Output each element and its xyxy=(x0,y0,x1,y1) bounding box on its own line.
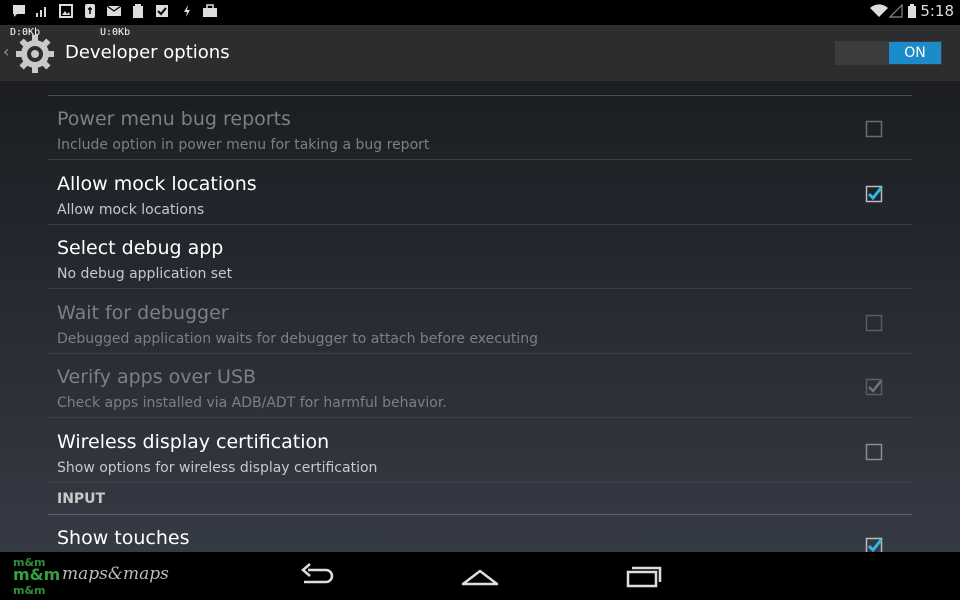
section-header-input: INPUT xyxy=(48,485,912,515)
setting-wait-for-debugger[interactable]: Wait for debugger Debugged application w… xyxy=(48,290,912,354)
setting-title: Power menu bug reports xyxy=(57,108,291,130)
setting-summary: No debug application set xyxy=(57,266,233,282)
chat-icon xyxy=(13,5,25,17)
setting-allow-mock-locations[interactable]: Allow mock locations Allow mock location… xyxy=(48,161,912,225)
battery-icon xyxy=(908,4,916,18)
checkbox-icon xyxy=(156,5,168,17)
setting-summary: Include option in power menu for taking … xyxy=(57,137,430,153)
checkbox-checked-icon[interactable] xyxy=(865,537,883,552)
toggle-on-label: ON xyxy=(889,42,941,64)
usb-debug-icon xyxy=(85,4,95,18)
setting-summary: Allow mock locations xyxy=(57,202,205,218)
svg-text:m&m: m&m xyxy=(13,565,60,584)
gear-icon[interactable] xyxy=(14,33,56,75)
setting-summary: Check apps installed via ADB/ADT for har… xyxy=(57,395,447,411)
checkbox-checked-disabled-icon[interactable] xyxy=(865,378,883,396)
setting-title: Wait for debugger xyxy=(57,302,229,324)
recent-apps-icon[interactable] xyxy=(622,562,662,590)
maps-and-maps-logo: m&m m&m m&m xyxy=(13,556,60,596)
action-bar: D:0Kb U:0Kb ‹ Developer options ON xyxy=(0,25,960,81)
setting-wireless-display-certification[interactable]: Wireless display certification Show opti… xyxy=(48,419,912,483)
setting-summary: Debugged application waits for debugger … xyxy=(57,331,538,347)
back-icon[interactable] xyxy=(298,562,338,590)
svg-text:m&m: m&m xyxy=(13,584,46,596)
wifi-icon xyxy=(870,4,888,18)
setting-title: Wireless display certification xyxy=(57,431,330,453)
setting-show-touches[interactable]: Show touches xyxy=(48,516,912,552)
developer-options-toggle[interactable]: ON xyxy=(835,41,942,65)
clipboard-icon xyxy=(133,4,143,18)
logo-text: maps&maps xyxy=(62,564,169,584)
setting-select-debug-app[interactable]: Select debug app No debug application se… xyxy=(48,225,912,289)
setting-title: Verify apps over USB xyxy=(57,366,257,388)
setting-verify-apps-over-usb[interactable]: Verify apps over USB Check apps installe… xyxy=(48,354,912,418)
navigation-bar: m&m m&m m&m maps&maps xyxy=(0,552,960,600)
setting-power-menu-bug-reports[interactable]: Power menu bug reports Include option in… xyxy=(48,96,912,160)
setting-title: Show touches xyxy=(57,527,190,549)
up-navigation-icon[interactable]: ‹ xyxy=(3,42,9,61)
section-header-label: INPUT xyxy=(57,491,106,507)
image-icon xyxy=(59,4,73,18)
status-bar: 5:18 xyxy=(0,0,960,25)
settings-list[interactable]: Power menu bug reports Include option in… xyxy=(0,81,960,552)
signal-bars-icon xyxy=(36,7,46,17)
cell-signal-icon xyxy=(889,4,903,18)
home-icon[interactable] xyxy=(460,562,500,590)
checkbox-unchecked-icon[interactable] xyxy=(865,443,883,461)
briefcase-icon xyxy=(203,4,217,17)
checkbox-unchecked-icon[interactable] xyxy=(865,120,883,138)
setting-title: Select debug app xyxy=(57,237,224,259)
email-icon xyxy=(107,5,121,16)
flash-icon xyxy=(184,5,190,17)
upload-traffic: U:0Kb xyxy=(100,27,131,38)
setting-summary: Show options for wireless display certif… xyxy=(57,460,378,476)
page-title: Developer options xyxy=(65,42,230,63)
checkbox-checked-icon[interactable] xyxy=(865,185,883,203)
clock: 5:18 xyxy=(920,2,954,20)
checkbox-unchecked-icon[interactable] xyxy=(865,314,883,332)
setting-title: Allow mock locations xyxy=(57,173,257,195)
